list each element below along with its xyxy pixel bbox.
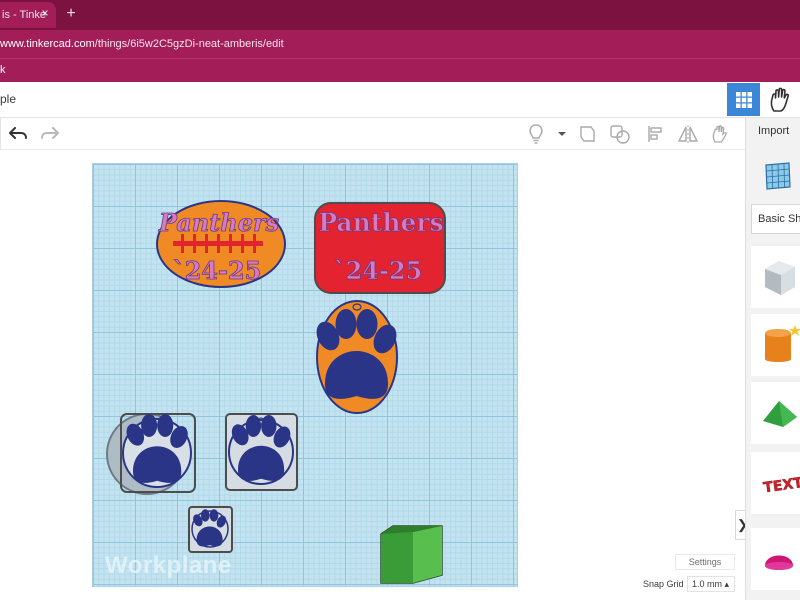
workplane-label: Workplane [105,552,232,579]
settings-button[interactable]: Settings [675,554,735,570]
small-paw-keychain[interactable] [188,506,233,553]
text-shape-icon: TEXT [762,475,800,497]
half-sphere-icon [765,555,793,570]
football-text-line1: Panthers [158,208,280,237]
align-icon [648,126,662,142]
app-header: ple [0,82,800,118]
caret-down-icon [558,132,566,136]
undo-button[interactable] [6,122,30,146]
import-button[interactable]: Import [758,125,789,137]
workplane-grid-icon [765,162,791,190]
rectangle-keychain[interactable]: Panthers `24-25 [314,202,446,294]
sim-lab-button[interactable] [763,83,796,116]
bookmarks-bar: k [0,58,800,82]
shapes-panel: Import Basic Shapes [745,118,800,600]
rectangle-text-line2: `24-25 [334,256,423,285]
green-box-shape[interactable] [380,525,443,584]
design-name[interactable]: ple [0,92,16,106]
group-icon [580,126,595,142]
grid-icon [735,91,752,108]
notes-button[interactable] [524,122,548,146]
tab-close-icon[interactable]: × [38,4,52,22]
cruise-hand-icon [712,125,727,143]
roof-shape-card[interactable] [751,382,800,444]
browser-tab-bar: is - Tinke × + [0,0,800,30]
workplane-shapes: Panthers `24-25 Panthers `24-25 [106,200,446,584]
square-paw-keychain[interactable] [225,413,298,491]
url-text[interactable]: www.tinkercad.com/things/6i5w2C5gzDi-nea… [0,36,284,52]
grid-view-button[interactable] [727,83,760,116]
notes-dropdown[interactable] [550,122,574,146]
snap-grid-label: Snap Grid [643,579,684,589]
lightbulb-icon [529,124,543,144]
cylinder-icon [765,325,800,362]
cylinder-shape-card[interactable] [751,314,800,376]
rectangle-text-line1: Panthers [318,208,443,237]
undo-icon [9,127,27,139]
roof-icon [763,401,797,427]
group-button[interactable] [576,122,600,146]
redo-icon [41,127,59,139]
shape-category-select[interactable]: Basic Shapes [751,204,800,234]
oval-paw-keychain[interactable] [312,300,401,414]
snap-grid-select[interactable]: 1.0 mm ▴ [687,576,735,592]
toolbar-divider [0,118,1,150]
ungroup-icon [610,125,630,144]
url-host: www.tinkercad.com [0,38,95,50]
redo-button[interactable] [38,122,62,146]
workplane-tool[interactable] [758,156,798,196]
half-sphere-shape-card[interactable] [751,528,800,590]
box-shape-card[interactable] [751,246,800,308]
align-button[interactable] [644,122,668,146]
football-keychain[interactable]: Panthers `24-25 [156,200,286,288]
new-tab-button[interactable]: + [62,5,80,23]
editor-toolbar [0,118,745,150]
ungroup-button[interactable] [608,122,632,146]
text-shape-label: TEXT [762,475,800,496]
url-path: /things/6i5w2C5gzDi-neat-amberis/edit [94,38,284,50]
mirror-button[interactable] [676,122,700,146]
address-bar[interactable]: www.tinkercad.com/things/6i5w2C5gzDi-nea… [0,30,800,58]
box-hole-icon [765,261,795,295]
mirror-icon [677,125,699,143]
bookmark-item[interactable]: k [0,63,6,77]
workplane[interactable]: Panthers `24-25 Panthers `24-25 Workplan… [92,163,518,587]
football-text-line2: `24-25 [173,256,262,285]
workspace[interactable]: Panthers `24-25 Panthers `24-25 Workplan… [0,150,749,600]
round-paw-keychain[interactable] [106,413,196,495]
text-shape-card[interactable]: TEXT [751,452,800,514]
cruise-button[interactable] [708,122,732,146]
hand-icon [770,87,789,112]
